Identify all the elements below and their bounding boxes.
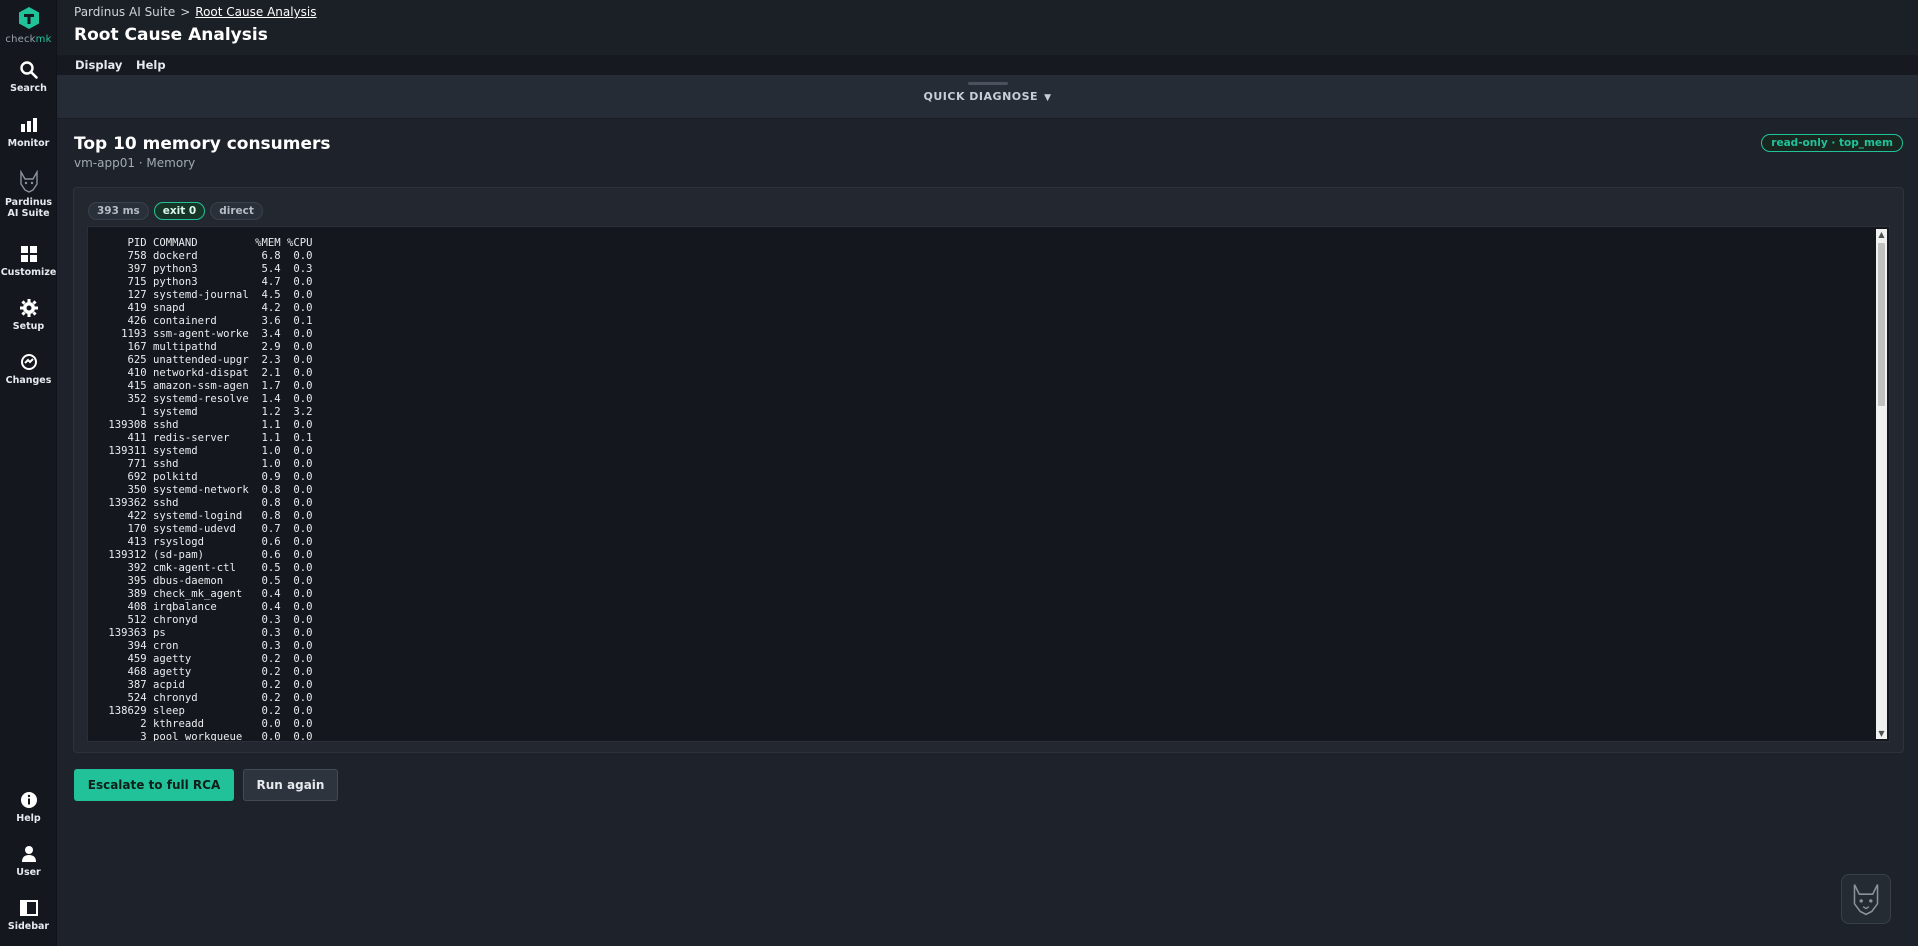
main-content: QUICK DIAGNOSE ▼ Top 10 memory consumers … xyxy=(57,75,1918,946)
lynx-icon xyxy=(1853,884,1879,916)
breadcrumb-current[interactable]: Root Cause Analysis xyxy=(195,5,316,19)
nav-pardinus[interactable]: Pardinus AI Suite xyxy=(0,170,57,219)
nav-changes[interactable]: Changes xyxy=(0,352,57,386)
output-panel: 393 ms exit 0 direct PID COMMAND %MEM %CPU… xyxy=(73,187,1904,753)
chevron-down-icon: ▼ xyxy=(1044,93,1052,103)
mode-chip: direct xyxy=(210,202,263,220)
nav-help-label: Help xyxy=(16,813,41,824)
readonly-badge: read-only · top_mem xyxy=(1761,134,1903,152)
menu-display[interactable]: Display xyxy=(75,58,122,72)
run-again-button[interactable]: Run again xyxy=(243,769,338,801)
user-icon xyxy=(19,844,39,864)
monitor-icon xyxy=(19,115,39,135)
scrollbar-thumb[interactable] xyxy=(1878,243,1885,406)
quick-diagnose-toggle[interactable]: QUICK DIAGNOSE ▼ xyxy=(57,90,1918,103)
changes-icon xyxy=(19,352,39,372)
nav-search-label: Search xyxy=(10,83,47,94)
scroll-down-icon[interactable]: ▼ xyxy=(1876,728,1887,739)
menu-help[interactable]: Help xyxy=(136,58,166,72)
escalate-button[interactable]: Escalate to full RCA xyxy=(74,769,234,801)
page-header: Pardinus AI Suite > Root Cause Analysis Ro… xyxy=(57,0,1918,55)
assistant-button[interactable] xyxy=(1841,874,1891,924)
output-scrollbar[interactable]: ▲ ▼ xyxy=(1876,229,1887,739)
checkmk-logo[interactable]: checkmk xyxy=(0,4,57,50)
quick-diagnose-label: QUICK DIAGNOSE xyxy=(923,90,1039,103)
result-title: Top 10 memory consumers xyxy=(74,134,331,154)
breadcrumb: Pardinus AI Suite > Root Cause Analysis xyxy=(74,5,317,19)
result-subtitle: vm-app01 · Memory xyxy=(74,156,196,170)
drag-handle[interactable] xyxy=(967,82,1008,85)
info-icon xyxy=(19,790,39,810)
nav-monitor-label: Monitor xyxy=(7,138,50,149)
breadcrumb-parent[interactable]: Pardinus AI Suite xyxy=(74,5,175,19)
nav-sidebar[interactable]: Sidebar xyxy=(0,898,57,932)
nav-setup-label: Setup xyxy=(12,321,45,332)
nav-customize[interactable]: Customize xyxy=(0,244,57,278)
page-title: Root Cause Analysis xyxy=(74,25,268,45)
nav-user[interactable]: User xyxy=(0,844,57,878)
checkmk-logo-icon xyxy=(18,7,39,29)
customize-icon xyxy=(19,244,39,264)
nav-user-label: User xyxy=(16,867,41,878)
nav-sidebar-label: Sidebar xyxy=(7,921,50,932)
nav-customize-label: Customize xyxy=(0,267,57,278)
nav-changes-label: Changes xyxy=(5,375,52,386)
result-chips: 393 ms exit 0 direct xyxy=(88,199,268,220)
command-output-text: PID COMMAND %MEM %CPU 758 dockerd 6.8 0.… xyxy=(108,237,313,742)
scroll-up-icon[interactable]: ▲ xyxy=(1876,229,1887,240)
gear-icon xyxy=(19,298,39,318)
exit-code-chip: exit 0 xyxy=(153,202,206,220)
search-icon xyxy=(19,60,39,80)
logo-text: checkmk xyxy=(5,34,52,45)
sidebar-icon xyxy=(19,898,39,918)
quick-diagnose-bar[interactable]: QUICK DIAGNOSE ▼ xyxy=(57,75,1918,119)
menu-bar: Display Help xyxy=(57,55,1918,75)
left-navigation: checkmk Search Monitor Pardinus AI Suite… xyxy=(0,0,57,946)
breadcrumb-separator: > xyxy=(180,5,191,19)
nav-setup[interactable]: Setup xyxy=(0,298,57,332)
nav-pardinus-label: Pardinus AI Suite xyxy=(4,197,53,219)
command-output[interactable]: PID COMMAND %MEM %CPU 758 dockerd 6.8 0.… xyxy=(87,226,1890,742)
nav-search[interactable]: Search xyxy=(0,60,57,94)
duration-chip: 393 ms xyxy=(88,202,149,220)
nav-monitor[interactable]: Monitor xyxy=(0,115,57,149)
nav-help[interactable]: Help xyxy=(0,790,57,824)
lynx-icon xyxy=(18,170,40,194)
